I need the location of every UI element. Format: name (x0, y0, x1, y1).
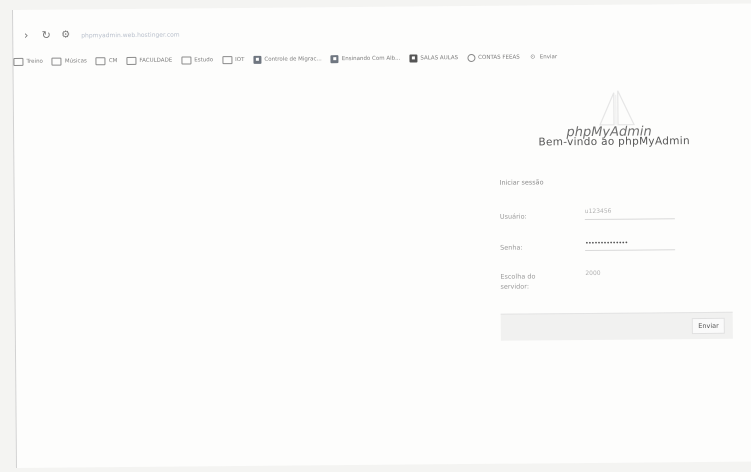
bookmark-favicon: ⊙ (530, 53, 536, 61)
bookmark-label: CONTAS FEEAS (478, 54, 520, 61)
sailboat-logo-icon (599, 90, 635, 126)
bookmark-link[interactable]: ▪ SALAS AULAS (409, 54, 459, 63)
server-select[interactable]: 2000 (585, 270, 600, 277)
browser-toolbar: › ↻ ⚙ phpmyadmin.web.hostinger.com (13, 16, 751, 50)
bookmark-folder[interactable]: FACULDADE (126, 56, 173, 66)
server-choice-label-line2: servidor: (500, 282, 530, 291)
page-content: phpMyAdmin Bem-vindo ao phpMyAdmin Inici… (14, 66, 751, 468)
bookmark-favicon: ▪ (330, 55, 339, 64)
bookmark-label: FACULDADE (139, 57, 173, 64)
address-bar[interactable]: ⚙ phpmyadmin.web.hostinger.com (61, 26, 180, 45)
folder-icon (126, 56, 137, 66)
username-input-underline (584, 218, 675, 221)
username-label: Usuário: (499, 212, 527, 221)
bookmark-favicon (467, 53, 476, 63)
bookmark-label: Músicas (64, 58, 87, 65)
folder-icon (222, 56, 233, 65)
folder-icon (13, 57, 24, 66)
bookmark-label: SALAS AULAS (420, 55, 459, 62)
folder-icon (95, 57, 106, 66)
bookmark-label: IOT (235, 56, 245, 64)
bookmark-label: CM (108, 58, 118, 65)
bookmark-folder[interactable]: Estudo (181, 56, 214, 65)
browser-window: › ↻ ⚙ phpmyadmin.web.hostinger.com Trein… (12, 3, 751, 468)
bookmark-link[interactable]: ⊙ Enviar (529, 53, 557, 61)
bookmark-link[interactable]: ▪ Ensinando Com Alb... (330, 55, 401, 64)
bookmark-folder[interactable]: IOT (222, 56, 245, 65)
bookmark-link[interactable]: CONTAS FEEAS (467, 53, 520, 63)
bookmark-label: Ensinando Com Alb... (341, 55, 401, 63)
bookmark-folder[interactable]: Treino (13, 57, 43, 66)
submit-button[interactable]: Enviar (692, 317, 725, 335)
bookmark-folder[interactable]: Músicas (51, 57, 87, 66)
bookmark-link[interactable]: ▪ Controle de Migrac... (253, 55, 322, 64)
bookmark-label: Controle de Migrac... (264, 56, 322, 63)
forward-icon[interactable]: › (19, 29, 33, 43)
url-text: phpmyadmin.web.hostinger.com (81, 31, 180, 39)
password-input[interactable]: •••••••••••••• (585, 240, 628, 247)
bookmark-label: Treino (26, 58, 43, 65)
phpmyadmin-logo: phpMyAdmin (534, 88, 684, 140)
folder-icon (51, 57, 62, 66)
server-choice-label-line1: Escolha do (500, 272, 536, 281)
site-settings-icon[interactable]: ⚙ (61, 29, 75, 41)
bookmark-label: Enviar (539, 54, 558, 61)
bookmark-folder[interactable]: CM (95, 57, 118, 66)
reload-icon[interactable]: ↻ (39, 29, 53, 43)
bookmark-favicon: ▪ (253, 55, 262, 64)
login-footer: Enviar (500, 311, 733, 341)
password-label: Senha: (500, 243, 523, 252)
server-choice-label: Escolha do servidor: (500, 271, 535, 291)
username-input[interactable]: u123456 (585, 208, 612, 215)
folder-icon (181, 56, 192, 65)
password-input-underline (585, 249, 676, 252)
bookmark-favicon: ▪ (409, 54, 418, 63)
bookmark-label: Estudo (194, 57, 214, 64)
login-section-title: Iniciar sessão (499, 178, 544, 187)
welcome-heading: Bem-vindo ao phpMyAdmin (538, 135, 690, 149)
